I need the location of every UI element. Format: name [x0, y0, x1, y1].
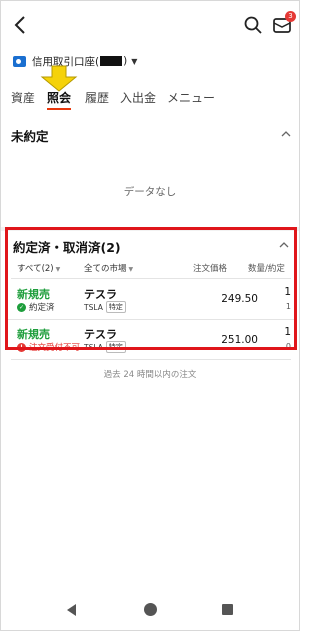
back-arrow-icon[interactable]: [11, 13, 31, 37]
caret-down-icon: ▼: [131, 56, 138, 66]
unexecuted-section-title: 未約定: [11, 129, 49, 144]
notification-badge: 3: [285, 11, 296, 22]
search-icon[interactable]: [243, 15, 263, 35]
tab-assets[interactable]: 資産: [11, 89, 35, 106]
tab-history[interactable]: 履歴: [85, 89, 109, 106]
app-screen: 3 信用取引口座( ) ▼ 資産 照会 履歴 入出金 メニュー 未約定 データな…: [0, 0, 300, 631]
nav-home-icon[interactable]: [144, 603, 157, 616]
account-icon: [13, 55, 26, 67]
empty-state-text: データなし: [123, 186, 177, 198]
footnote-text: 過去 24 時間以内の注文: [103, 370, 197, 380]
collapse-chevron-up-icon[interactable]: [281, 130, 291, 138]
tab-menu[interactable]: メニュー: [167, 89, 215, 106]
yellow-down-arrow-icon: [40, 65, 78, 92]
system-navigation-bar: [1, 591, 299, 629]
tab-deposit-withdraw[interactable]: 入出金: [120, 89, 156, 106]
nav-back-icon[interactable]: [67, 604, 76, 616]
redacted-account-mask: [100, 56, 123, 66]
row-divider: [11, 359, 291, 360]
nav-recent-apps-icon[interactable]: [222, 604, 233, 615]
account-label-suffix: ): [123, 55, 128, 67]
active-tab-indicator: [47, 108, 71, 110]
highlight-box: [5, 227, 297, 350]
top-bar: 3: [1, 1, 299, 49]
